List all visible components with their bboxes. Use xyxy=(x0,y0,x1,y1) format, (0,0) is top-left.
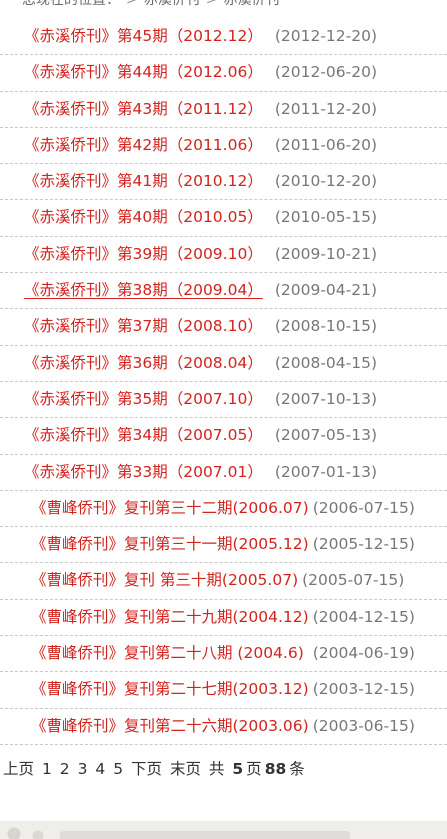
list-item: 《曹峰侨刊》复刊第二十八期 (2004.6) (2004-06-19) xyxy=(0,636,447,673)
issue-link[interactable]: 《赤溪侨刊》第38期（2009.04） xyxy=(24,281,263,299)
list-item: 《曹峰侨刊》复刊第二十七期(2003.12) (2003-12-15) xyxy=(0,672,447,709)
issue-date: (2012-06-20) xyxy=(274,63,378,82)
breadcrumb: 您现在的位置： > 赤溪侨刊 > 赤溪侨刊 xyxy=(0,0,447,9)
list-item: 《赤溪侨刊》第42期（2011.06） (2011-06-20) xyxy=(0,128,447,165)
list-item: 《赤溪侨刊》第38期（2009.04） (2009-04-21) xyxy=(0,273,447,310)
breadcrumb-separator: > xyxy=(205,0,218,8)
issue-link[interactable]: 《曹峰侨刊》复刊第三十一期(2005.12) xyxy=(31,535,309,553)
issue-date: (2004-12-15) xyxy=(312,607,415,626)
issue-link[interactable]: 《赤溪侨刊》第41期（2010.12） xyxy=(24,172,263,190)
issue-date: (2009-10-21) xyxy=(274,244,378,263)
page-link-1[interactable]: 1 xyxy=(42,760,52,778)
list-item: 《曹峰侨刊》复刊第二十六期(2003.06) (2003-06-15) xyxy=(0,709,447,745)
issue-date: (2011-12-20) xyxy=(274,99,378,118)
issue-link[interactable]: 《赤溪侨刊》第34期（2007.05） xyxy=(24,426,263,444)
list-item: 《曹峰侨刊》复刊 第三十期(2005.07) (2005-07-15) xyxy=(0,563,447,600)
issue-date: (2003-06-15) xyxy=(312,716,415,735)
footer-decoration xyxy=(0,821,447,839)
footer-bar xyxy=(60,831,350,839)
issue-link[interactable]: 《曹峰侨刊》复刊第三十二期(2006.07) xyxy=(31,499,309,517)
issue-date: (2007-10-13) xyxy=(274,389,378,408)
issue-link[interactable]: 《赤溪侨刊》第35期（2007.10） xyxy=(24,390,263,408)
list-item: 《赤溪侨刊》第35期（2007.10） (2007-10-13) xyxy=(0,382,447,419)
list-item: 《赤溪侨刊》第40期（2010.05） (2010-05-15) xyxy=(0,200,447,237)
total-pages: 5 xyxy=(232,760,244,778)
issue-date: (2010-05-15) xyxy=(274,208,378,227)
issue-link[interactable]: 《曹峰侨刊》复刊第二十六期(2003.06) xyxy=(31,717,309,735)
issue-link[interactable]: 《赤溪侨刊》第42期（2011.06） xyxy=(24,136,263,154)
page-link-2[interactable]: 2 xyxy=(60,760,70,778)
issue-link[interactable]: 《赤溪侨刊》第40期（2010.05） xyxy=(24,208,263,226)
prev-page-link[interactable]: 上页 xyxy=(3,760,34,778)
pages-unit: 页 xyxy=(246,760,262,778)
breadcrumb-link-2[interactable]: 赤溪侨刊 xyxy=(223,0,279,8)
breadcrumb-separator: > xyxy=(126,0,138,8)
list-item: 《赤溪侨刊》第34期（2007.05） (2007-05-13) xyxy=(0,418,447,455)
issue-date: (2006-07-15) xyxy=(312,498,415,517)
total-items: 88 xyxy=(264,760,287,778)
list-item: 《曹峰侨刊》复刊第三十一期(2005.12) (2005-12-15) xyxy=(0,527,447,564)
list-item: 《赤溪侨刊》第36期（2008.04） (2008-04-15) xyxy=(0,346,447,382)
issue-date: (2003-12-15) xyxy=(312,680,415,699)
issue-date: (2011-06-20) xyxy=(274,135,378,154)
list-item: 《赤溪侨刊》第33期（2007.01） (2007-01-13) xyxy=(0,455,447,491)
issue-link[interactable]: 《赤溪侨刊》第45期（2012.12） xyxy=(24,27,263,45)
issue-link[interactable]: 《曹峰侨刊》复刊第二十八期 (2004.6) xyxy=(31,644,304,662)
issue-link[interactable]: 《赤溪侨刊》第36期（2008.04） xyxy=(24,354,263,372)
list-item: 《赤溪侨刊》第39期（2009.10） (2009-10-21) xyxy=(0,237,447,274)
issue-link[interactable]: 《赤溪侨刊》第39期（2009.10） xyxy=(24,245,263,263)
list-item: 《曹峰侨刊》复刊第二十九期(2004.12) (2004-12-15) xyxy=(0,600,447,637)
issue-date: (2008-10-15) xyxy=(274,317,378,336)
issue-link[interactable]: 《赤溪侨刊》第37期（2008.10） xyxy=(24,317,263,335)
issue-date: (2004-06-19) xyxy=(307,644,415,663)
issue-date: (2005-12-15) xyxy=(312,535,415,554)
issue-link[interactable]: 《曹峰侨刊》复刊第二十九期(2004.12) xyxy=(31,608,309,626)
list-item: 《赤溪侨刊》第41期（2010.12） (2010-12-20) xyxy=(0,164,447,201)
issue-list: 《赤溪侨刊》第45期（2012.12） (2012-12-20) 《赤溪侨刊》第44… xyxy=(0,19,447,745)
total-prefix: 共 xyxy=(208,760,225,778)
last-page-link[interactable]: 末页 xyxy=(170,760,201,778)
issue-date: (2012-12-20) xyxy=(274,27,378,45)
page-link-5[interactable]: 5 xyxy=(113,760,123,778)
issue-date: (2008-04-15) xyxy=(274,353,378,372)
list-item: 《曹峰侨刊》复刊第三十二期(2006.07) (2006-07-15) xyxy=(0,491,447,528)
total-summary: 共 5 页 88 条 xyxy=(209,760,308,778)
issue-date: (2005-07-15) xyxy=(302,571,405,590)
breadcrumb-link-1[interactable]: 赤溪侨刊 xyxy=(144,0,200,8)
breadcrumb-prefix: 您现在的位置： xyxy=(22,0,120,8)
page-link-3[interactable]: 3 xyxy=(78,760,88,778)
issue-date: (2010-12-20) xyxy=(274,172,378,191)
list-item: 《赤溪侨刊》第45期（2012.12） (2012-12-20) xyxy=(0,19,447,56)
list-item: 《赤溪侨刊》第37期（2008.10） (2008-10-15) xyxy=(0,309,447,346)
issue-link[interactable]: 《赤溪侨刊》第44期（2012.06） xyxy=(24,63,263,81)
page-link-4[interactable]: 4 xyxy=(95,760,105,778)
list-item: 《赤溪侨刊》第44期（2012.06） (2012-06-20) xyxy=(0,55,447,92)
pagination: 上页 1 2 3 4 5 下页 末页 共 5 页 88 条 xyxy=(0,755,308,783)
footer-pattern xyxy=(0,824,60,839)
issue-link[interactable]: 《赤溪侨刊》第33期（2007.01） xyxy=(24,463,263,481)
issue-date: (2009-04-21) xyxy=(274,281,378,300)
issue-link[interactable]: 《赤溪侨刊》第43期（2011.12） xyxy=(24,100,263,118)
issue-date: (2007-05-13) xyxy=(274,426,378,445)
issue-date: (2007-01-13) xyxy=(274,462,378,481)
next-page-link[interactable]: 下页 xyxy=(131,760,162,778)
issue-link[interactable]: 《曹峰侨刊》复刊第二十七期(2003.12) xyxy=(31,680,309,698)
items-unit: 条 xyxy=(289,760,305,778)
list-item: 《赤溪侨刊》第43期（2011.12） (2011-12-20) xyxy=(0,92,447,128)
issue-link[interactable]: 《曹峰侨刊》复刊 第三十期(2005.07) xyxy=(31,571,298,589)
